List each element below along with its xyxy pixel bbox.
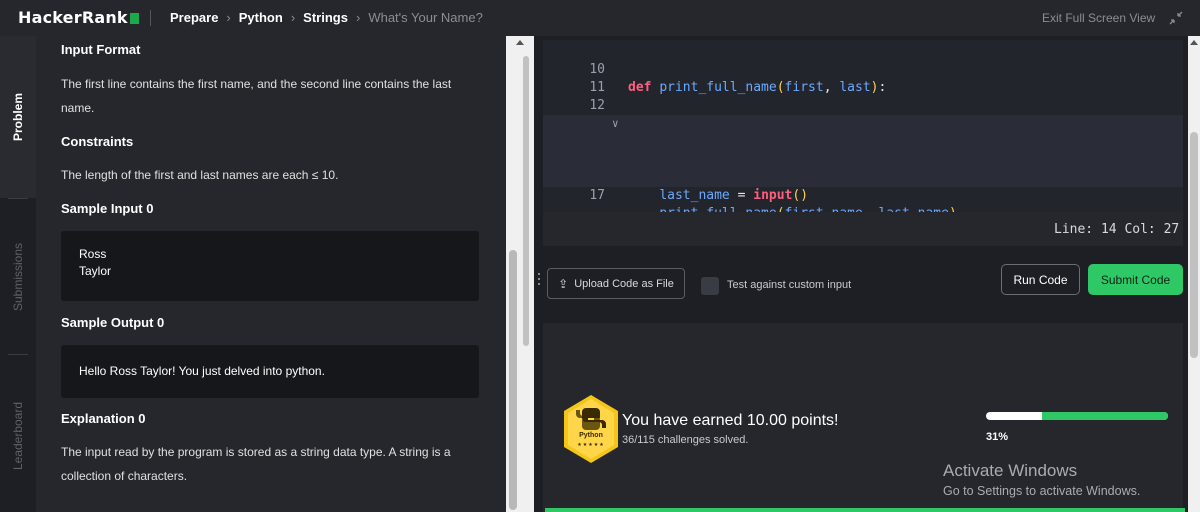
input-format-heading: Input Format: [61, 42, 141, 57]
page-scroll-thumb[interactable]: [1190, 132, 1198, 358]
divider: [150, 10, 151, 26]
constraints-heading: Constraints: [61, 134, 134, 149]
breadcrumb-current: What's Your Name?: [368, 10, 483, 25]
tab-leaderboard[interactable]: Leaderboard: [0, 364, 36, 508]
tab-submissions[interactable]: Submissions: [0, 206, 36, 348]
code-line: 13: [543, 97, 1183, 131]
breadcrumb: Prepare › Python › Strings › What's Your…: [170, 10, 483, 25]
sample-output-text: Hello Ross Taylor! You just delved into …: [79, 364, 325, 378]
custom-input-label[interactable]: Test against custom input: [727, 279, 851, 291]
explanation-text: The input read by the program is stored …: [61, 445, 451, 483]
code-line: 17 print_full_name(first_name, last_name…: [543, 169, 1183, 221]
input-format-text: The first line contains the first name, …: [61, 77, 452, 115]
code-editor[interactable]: 10 def print_full_name(first, last): 11 …: [543, 40, 1183, 221]
points-earned: You have earned 10.00 points!: [622, 412, 839, 429]
sample-output-heading: Sample Output 0: [61, 315, 165, 330]
scroll-up-arrow-icon[interactable]: [1190, 40, 1198, 45]
scroll-up-arrow-icon[interactable]: [516, 40, 524, 45]
divider: [8, 198, 28, 199]
badge-label: Python: [579, 432, 603, 439]
explanation-heading: Explanation 0: [61, 411, 146, 426]
progress-bar-fill: [1042, 412, 1168, 420]
cursor-position: Line: 14 Col: 27: [1054, 222, 1180, 237]
page-scrollbar[interactable]: [1188, 36, 1200, 512]
exit-fullscreen-link[interactable]: Exit Full Screen View: [1042, 11, 1155, 25]
fold-chevron-icon[interactable]: ∨: [612, 115, 619, 133]
tab-problem[interactable]: Problem: [0, 36, 36, 198]
code-line: 15 first_name = input(): [543, 133, 1183, 185]
upload-file-button[interactable]: ⇪ Upload Code as File: [547, 268, 685, 299]
upload-icon: ⇪: [558, 276, 569, 291]
code-line: 12 print(f"Hello {first} {last}! You jus…: [589, 98, 1129, 131]
custom-input-checkbox[interactable]: [701, 277, 719, 295]
pane-resize-thumb[interactable]: [509, 250, 517, 510]
exit-fullscreen-icon[interactable]: [1168, 10, 1184, 26]
submit-code-button[interactable]: Submit Code: [1088, 264, 1183, 295]
chevron-right-icon: ›: [355, 10, 361, 25]
chevron-right-icon: ›: [290, 10, 296, 25]
sample-input-heading: Sample Input 0: [61, 201, 154, 216]
sample-input-line: Ross: [79, 247, 107, 261]
activate-windows-title: Activate Windows: [943, 461, 1078, 480]
constraints-text: The length of the first and last names a…: [61, 168, 339, 182]
logo-mark-icon: [129, 13, 139, 24]
problem-pane: Input Format The first line contains the…: [36, 36, 506, 512]
code-line: 11: [589, 80, 605, 95]
run-code-button[interactable]: Run Code: [1001, 264, 1080, 295]
sample-input-line: Taylor: [79, 264, 112, 278]
chevron-right-icon: ›: [226, 10, 231, 25]
breadcrumb-strings[interactable]: Strings: [303, 10, 348, 25]
progress-percent: 31%: [986, 431, 1009, 443]
python-badge-icon: [564, 395, 618, 463]
drag-handle-icon[interactable]: [536, 270, 542, 300]
code-line-active: 14 ∨ if __name__ == '__main__':: [543, 115, 1183, 185]
side-tabs: Problem Submissions Leaderboard: [0, 36, 36, 512]
progress-bar: [986, 412, 1168, 420]
divider: [8, 354, 28, 355]
badge-stars-icon: ★★★★★: [577, 442, 605, 448]
problem-scroll-thumb[interactable]: [523, 56, 529, 346]
top-bar: HackerRank Prepare › Python › Strings › …: [0, 0, 1200, 36]
breadcrumb-prepare[interactable]: Prepare: [170, 10, 218, 25]
breadcrumb-python[interactable]: Python: [239, 10, 283, 25]
challenges-solved: 36/115 challenges solved.: [622, 434, 749, 446]
activate-windows-subtitle: Go to Settings to activate Windows.: [943, 484, 1141, 498]
hackerrank-logo[interactable]: HackerRank: [18, 8, 139, 27]
code-line: 10 def print_full_name(first, last):: [589, 62, 887, 95]
code-line: 16 last_name = input(): [543, 151, 1183, 203]
sample-output-box: Hello Ross Taylor! You just delved into …: [61, 345, 479, 398]
success-strip: [545, 508, 1185, 512]
sample-input-box: Ross Taylor: [61, 231, 479, 301]
